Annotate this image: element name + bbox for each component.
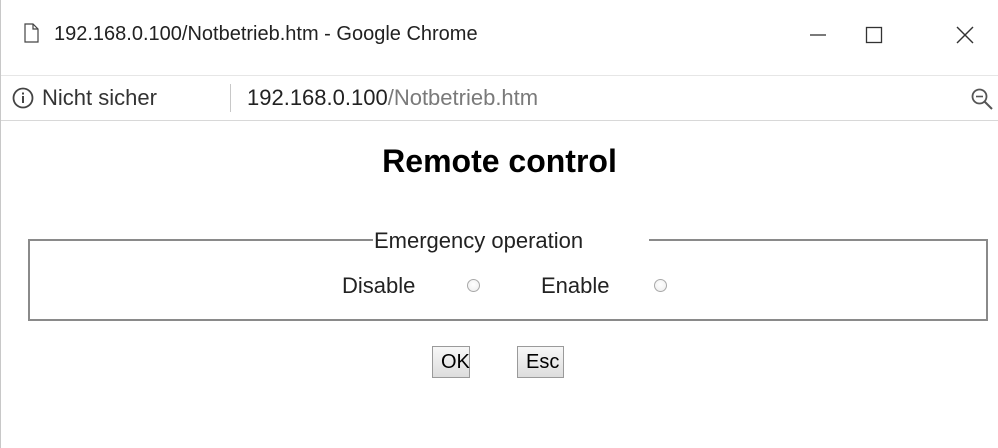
minimize-button[interactable] [788, 10, 848, 60]
radio-group: Disable Enable [1, 273, 998, 303]
window-title: 192.168.0.100/Notbetrieb.htm - Google Ch… [54, 23, 478, 45]
enable-radio[interactable] [654, 279, 667, 292]
fieldset-legend: Emergency operation [374, 228, 584, 253]
browser-window: 192.168.0.100/Notbetrieb.htm - Google Ch… [0, 0, 998, 448]
page-icon [24, 23, 39, 43]
close-button[interactable] [935, 10, 995, 60]
minimize-icon [810, 34, 826, 36]
zoom-icon[interactable] [969, 86, 995, 112]
page-title: Remote control [382, 143, 617, 179]
security-indicator-label[interactable]: Nicht sicher [42, 85, 157, 111]
disable-radio[interactable] [467, 279, 480, 292]
info-icon[interactable] [11, 86, 35, 110]
url-path: /Notbetrieb.htm [387, 85, 539, 110]
ok-button[interactable]: OK [432, 346, 470, 378]
close-icon [956, 26, 974, 44]
disable-label[interactable]: Disable [342, 273, 415, 299]
esc-button[interactable]: Esc [517, 346, 564, 378]
address-bar[interactable]: Nicht sicher 192.168.0.100/Notbetrieb.ht… [1, 75, 998, 121]
enable-label[interactable]: Enable [541, 273, 610, 299]
address-separator [230, 84, 231, 112]
title-bar: 192.168.0.100/Notbetrieb.htm - Google Ch… [1, 0, 998, 75]
page-content: Remote control Emergency operation Disab… [1, 121, 998, 448]
url-host: 192.168.0.100 [247, 85, 388, 110]
maximize-icon [865, 26, 883, 44]
maximize-button[interactable] [844, 10, 904, 60]
url-field[interactable]: 192.168.0.100/Notbetrieb.htm [247, 85, 538, 111]
